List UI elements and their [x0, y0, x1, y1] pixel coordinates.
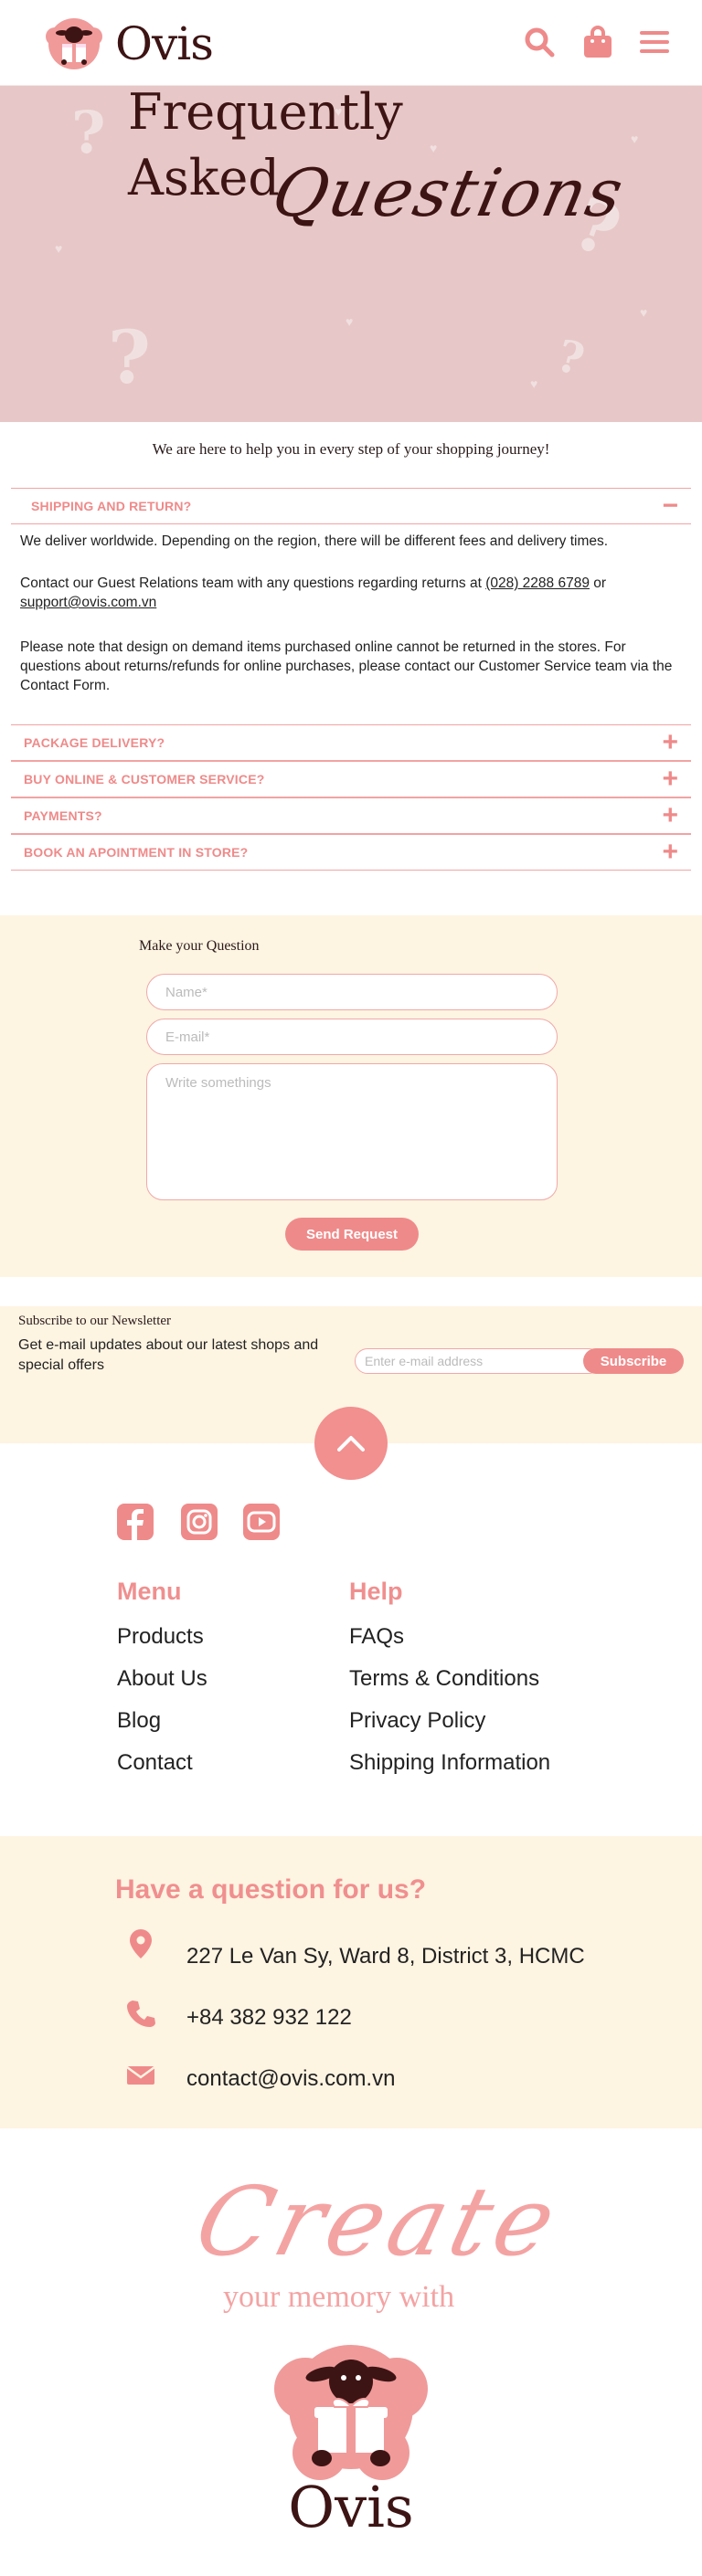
faq-answer-p1: We deliver worldwide. Depending on the r… — [20, 533, 609, 549]
footer-link-contact[interactable]: Contact — [117, 1750, 193, 1776]
bottom-brand-name: Ovis — [288, 2474, 414, 2540]
envelope-icon — [126, 2065, 155, 2085]
help-heading: Help — [349, 1578, 403, 1605]
faq-question: BOOK AN APOINTMENT IN STORE? — [24, 845, 249, 860]
hero-title-frequently: Frequently — [128, 83, 403, 141]
expand-icon[interactable]: + — [662, 802, 678, 829]
footer-link-terms[interactable]: Terms & Conditions — [349, 1666, 539, 1692]
faq-answer-p2: Contact our Guest Relations team with an… — [20, 574, 678, 612]
expand-icon[interactable]: + — [662, 765, 678, 793]
heart-decor-icon: ♥ — [640, 305, 648, 320]
tagline-create: Create — [185, 2166, 572, 2277]
instagram-icon[interactable] — [181, 1504, 218, 1540]
faq-answer-text: Contact our Guest Relations team with an… — [20, 575, 486, 591]
faq-question: SHIPPING AND RETURN? — [31, 499, 192, 513]
collapse-icon[interactable]: − — [662, 492, 678, 520]
faq-question: BUY ONLINE & CUSTOMER SERVICE? — [24, 772, 265, 787]
subscribe-button[interactable]: Subscribe — [583, 1348, 684, 1374]
faq-intro: We are here to help you in every step of… — [152, 440, 550, 458]
support-email-link[interactable]: support@ovis.com.vn — [20, 595, 156, 610]
phone-icon — [127, 2001, 155, 2027]
menu-icon[interactable] — [636, 24, 673, 60]
faq-item-package-delivery[interactable]: PACKAGE DELIVERY? + — [11, 724, 691, 761]
location-pin-icon — [130, 1929, 152, 1958]
name-input[interactable]: Name* — [146, 974, 558, 1010]
message-textarea[interactable]: Write somethings — [146, 1063, 558, 1200]
newsletter-text: Get e-mail updates about our latest shop… — [18, 1337, 319, 1373]
footer-link-privacy[interactable]: Privacy Policy — [349, 1708, 485, 1734]
question-form-title: Make your Question — [139, 938, 260, 954]
faq-question: PAYMENTS? — [24, 808, 102, 823]
faq-question: PACKAGE DELIVERY? — [24, 735, 165, 750]
faq-item-buy-online[interactable]: BUY ONLINE & CUSTOMER SERVICE? + — [11, 761, 691, 797]
contact-phone[interactable]: +84 382 932 122 — [186, 2005, 352, 2031]
site-header: Ovis — [0, 0, 702, 86]
chevron-up-icon — [337, 1436, 365, 1452]
sheep-logo-large-icon — [274, 2345, 428, 2480]
faq-item-shipping-return[interactable]: SHIPPING AND RETURN? − — [11, 488, 691, 524]
brand-name: Ovis — [115, 17, 214, 70]
facebook-icon[interactable] — [117, 1504, 154, 1540]
contact-heading: Have a question for us? — [115, 1874, 427, 1905]
youtube-icon[interactable] — [243, 1504, 280, 1540]
sheep-logo-icon — [46, 18, 102, 69]
hero-title-questions: Questions — [266, 154, 632, 231]
question-mark-decor-icon: ? — [551, 330, 590, 386]
expand-icon[interactable]: + — [662, 839, 678, 866]
footer-link-about-us[interactable]: About Us — [117, 1666, 207, 1692]
send-request-button[interactable]: Send Request — [285, 1218, 419, 1251]
newsletter-email-input[interactable]: Enter e-mail address — [355, 1348, 601, 1374]
question-mark-decor-icon: ? — [71, 99, 106, 167]
contact-email[interactable]: contact@ovis.com.vn — [186, 2066, 395, 2092]
expand-icon[interactable]: + — [662, 729, 678, 756]
question-mark-decor-icon: ? — [108, 314, 151, 400]
hero-title-asked: Asked — [128, 149, 280, 206]
faq-item-payments[interactable]: PAYMENTS? + — [11, 797, 691, 834]
search-icon[interactable] — [521, 24, 558, 60]
footer-link-products[interactable]: Products — [117, 1624, 204, 1650]
contact-address: 227 Le Van Sy, Ward 8, District 3, HCMC — [186, 1944, 585, 1969]
heart-decor-icon: ♥ — [631, 132, 639, 146]
footer-link-faqs[interactable]: FAQs — [349, 1624, 404, 1650]
shopping-bag-icon[interactable] — [580, 24, 616, 60]
heart-decor-icon: ♥ — [530, 376, 538, 391]
brand-logo-link[interactable]: Ovis — [42, 16, 214, 71]
heart-decor-icon: ♥ — [55, 241, 63, 256]
menu-heading: Menu — [117, 1578, 182, 1605]
heart-decor-icon: ♥ — [430, 141, 438, 155]
footer-link-shipping[interactable]: Shipping Information — [349, 1750, 550, 1776]
faq-answer-p3: Please note that design on demand items … — [20, 639, 673, 693]
email-input[interactable]: E-mail* — [146, 1019, 558, 1055]
faq-answer-text: or — [589, 575, 607, 591]
back-to-top-button[interactable] — [314, 1407, 388, 1480]
newsletter-title: Subscribe to our Newsletter — [18, 1314, 172, 1328]
support-phone-link[interactable]: (028) 2288 6789 — [485, 575, 590, 591]
faq-item-book-appointment[interactable]: BOOK AN APOINTMENT IN STORE? + — [11, 834, 691, 871]
tagline-memory: your memory with — [223, 2280, 455, 2314]
footer-link-blog[interactable]: Blog — [117, 1708, 161, 1734]
heart-decor-icon: ♥ — [346, 314, 354, 329]
